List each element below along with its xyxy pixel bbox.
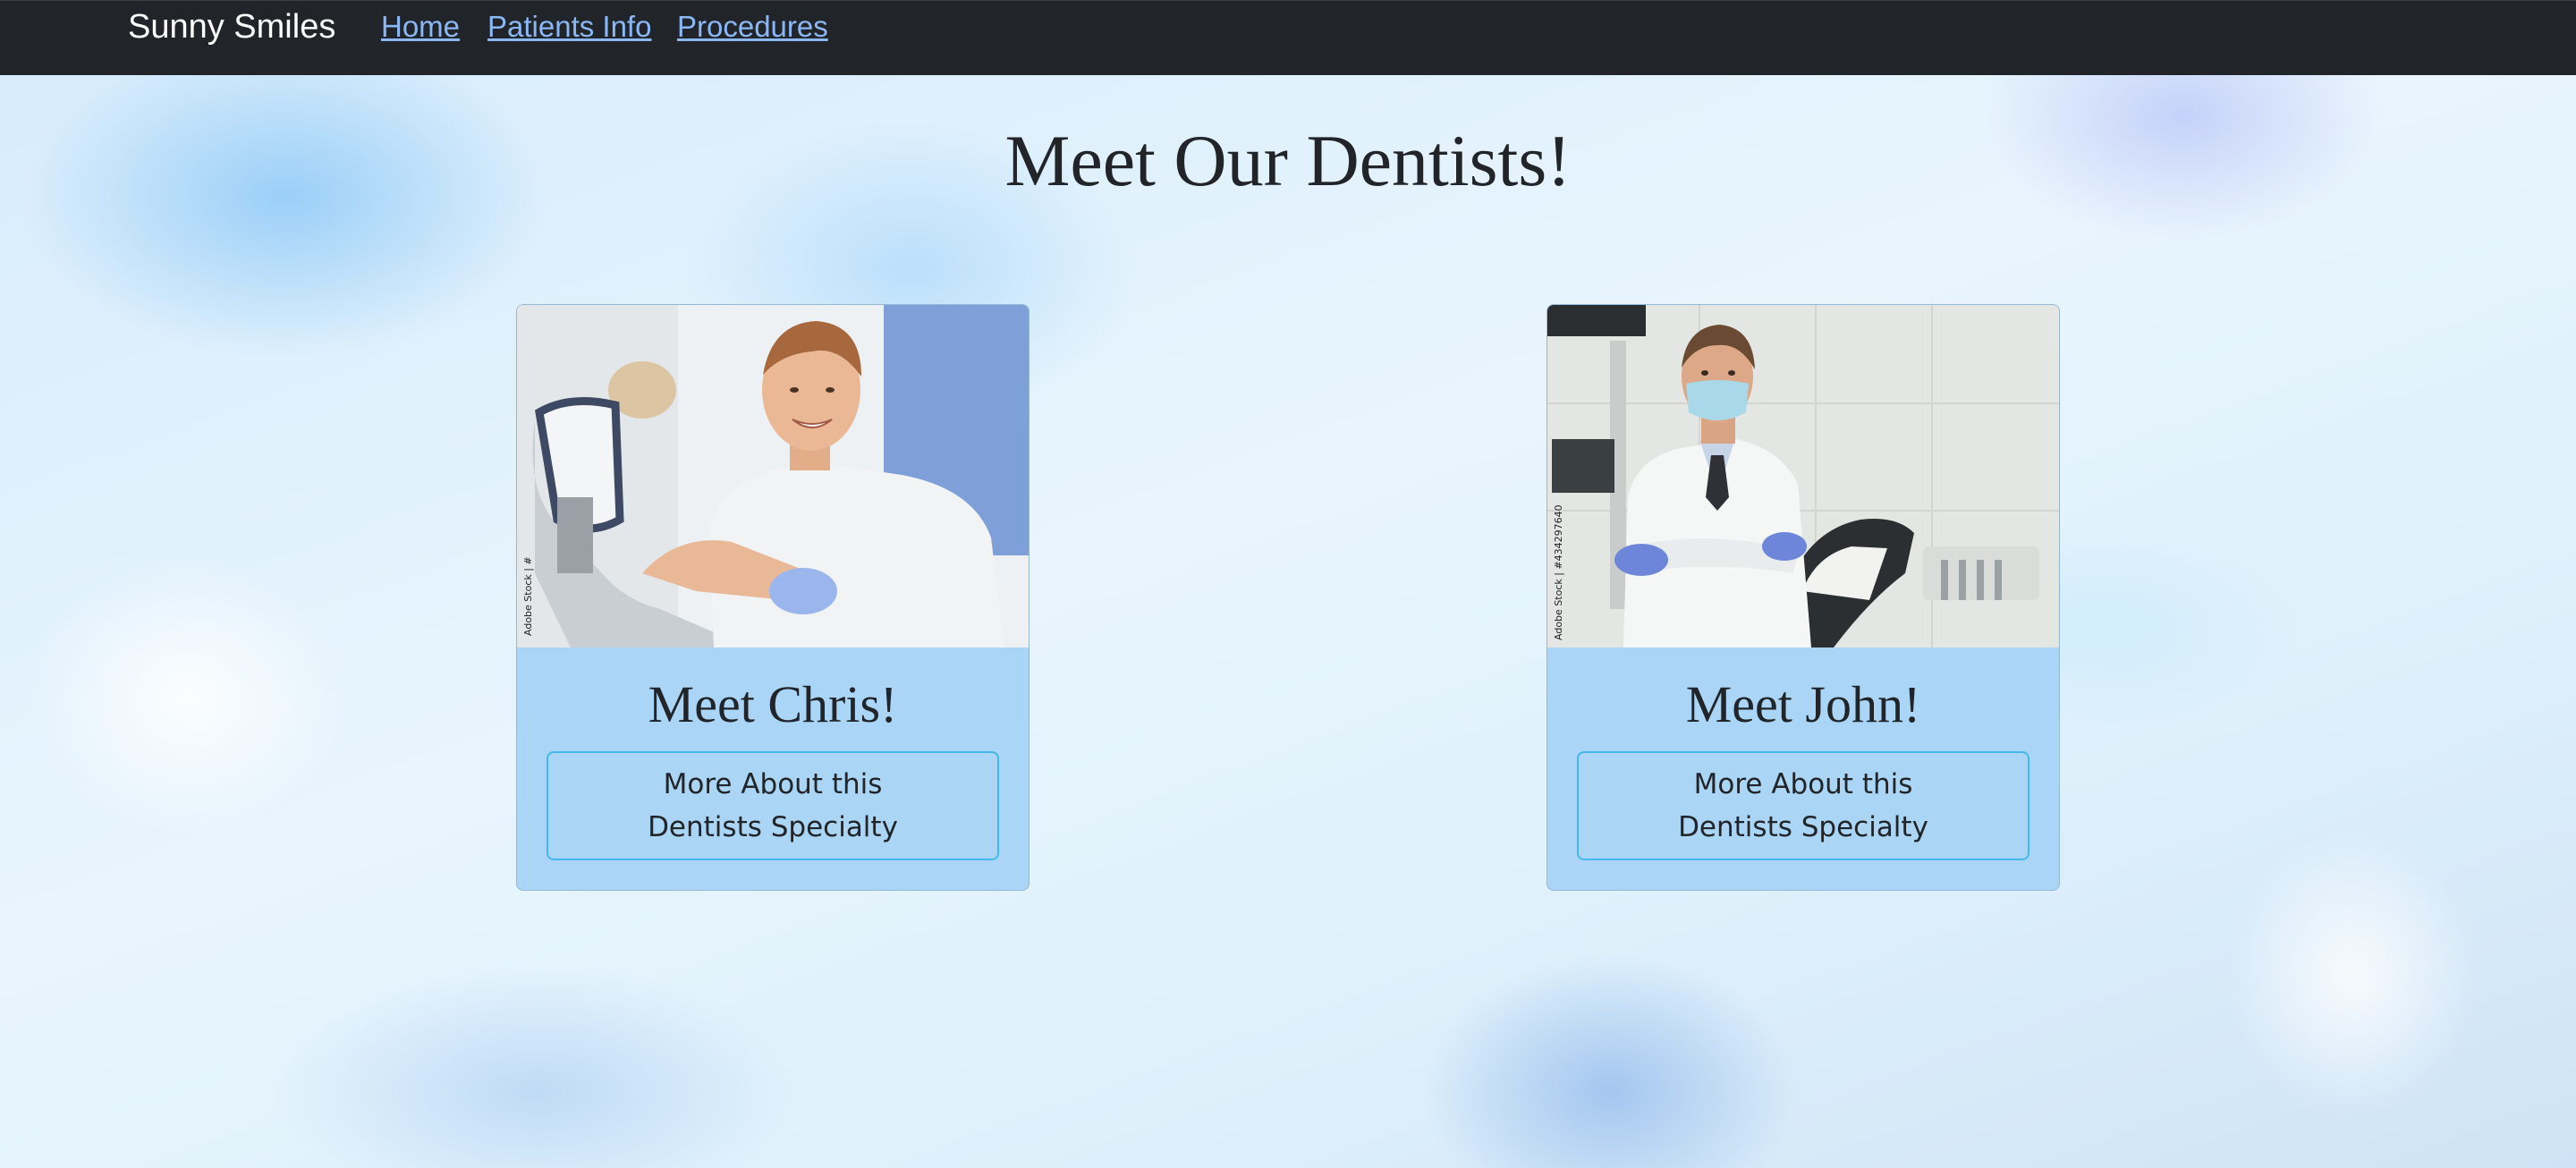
dentist-photo-chris: Adobe Stock | # [517, 305, 1029, 647]
nav-link-patients-info[interactable]: Patients Info [487, 8, 651, 46]
page-title: Meet Our Dentists! [1004, 120, 1572, 201]
nav-link-home[interactable]: Home [381, 8, 460, 46]
more-about-john-button[interactable]: More About this Dentists Specialty [1577, 751, 2029, 860]
nav-link-procedures[interactable]: Procedures [677, 8, 828, 46]
photo-watermark: Adobe Stock | # [522, 556, 534, 636]
card-title-john: Meet John! [1685, 675, 1921, 733]
dentist-card-john: Adobe Stock | #434297640 Meet John! More… [1546, 304, 2060, 891]
more-about-chris-button[interactable]: More About this Dentists Specialty [547, 751, 999, 860]
photo-watermark: Adobe Stock | #434297640 [1553, 504, 1564, 640]
dentist-card-chris: Adobe Stock | # Meet Chris! More About t… [516, 304, 1030, 891]
brand-logo-text[interactable]: Sunny Smiles [128, 6, 335, 47]
card-title-chris: Meet Chris! [648, 675, 898, 733]
dentist-photo-john: Adobe Stock | #434297640 [1547, 305, 2059, 647]
top-navbar: Sunny Smiles Home Patients Info Procedur… [0, 0, 2576, 75]
